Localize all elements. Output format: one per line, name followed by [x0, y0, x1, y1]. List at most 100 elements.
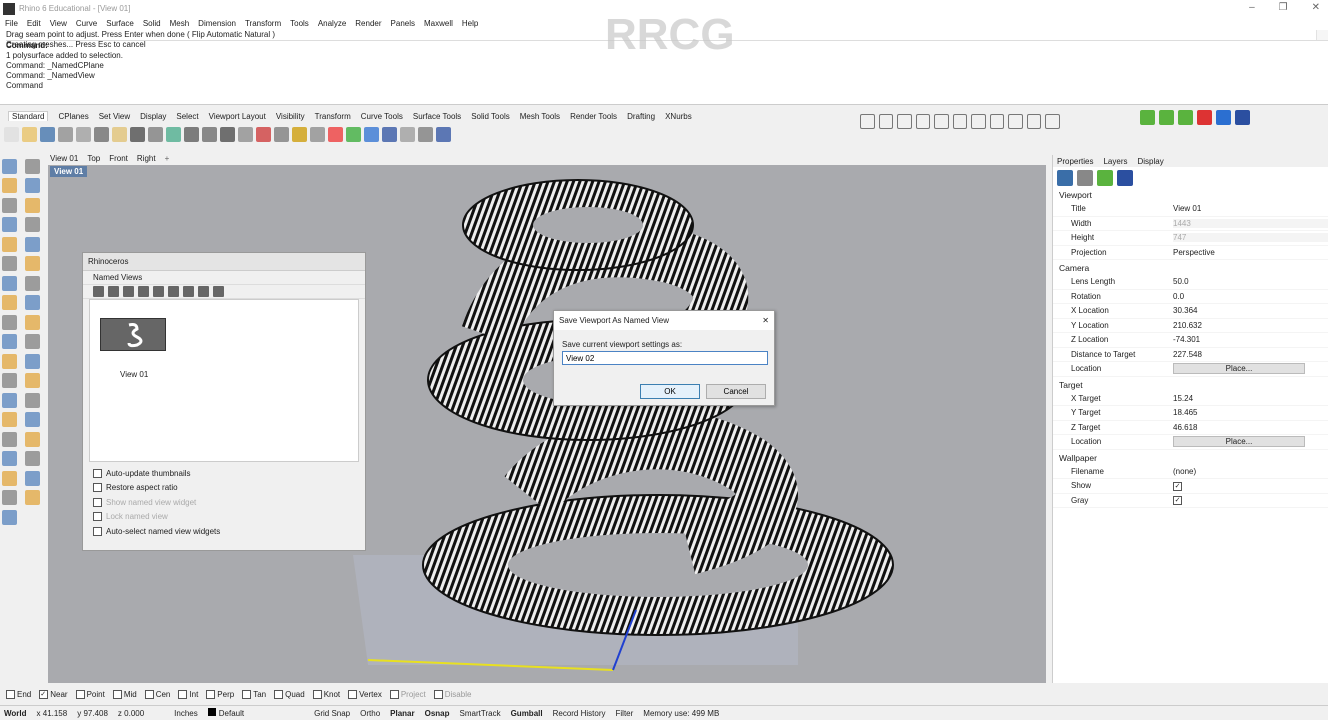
properties-icon[interactable] — [25, 451, 40, 467]
property-value[interactable]: 18.465 — [1173, 408, 1328, 417]
tab-solid-tools[interactable]: Solid Tools — [471, 112, 510, 121]
checkbox[interactable] — [93, 483, 102, 493]
add-viewport-icon[interactable]: + — [165, 154, 170, 163]
property-value[interactable]: 50.0 — [1173, 277, 1328, 286]
option-row[interactable]: Restore aspect ratio — [93, 481, 355, 496]
maxwell-icon[interactable] — [1178, 110, 1193, 125]
toggle-filter[interactable]: Filter — [616, 709, 634, 718]
cancel-button[interactable]: Cancel — [706, 384, 766, 399]
panel-tab-properties[interactable]: Properties — [1057, 157, 1093, 166]
maxwell-icon[interactable] — [1140, 110, 1155, 125]
checkbox[interactable]: ✓ — [1173, 481, 1182, 491]
tab-mesh-tools[interactable]: Mesh Tools — [520, 112, 560, 121]
layer-icon[interactable] — [25, 431, 40, 447]
cursor-icon[interactable] — [153, 286, 164, 297]
cplane-label[interactable]: World — [4, 709, 27, 718]
open-folder-icon[interactable] — [138, 286, 149, 297]
tab-drafting[interactable]: Drafting — [627, 112, 655, 121]
rotate-view-icon[interactable] — [184, 126, 199, 142]
tab-display[interactable]: Display — [140, 112, 166, 121]
print-icon[interactable] — [58, 126, 73, 142]
menu-edit[interactable]: Edit — [27, 19, 41, 28]
checkbox[interactable] — [75, 690, 85, 699]
window-icon[interactable] — [198, 286, 209, 297]
property-value[interactable]: 30.364 — [1173, 306, 1328, 315]
osnap-int[interactable]: Int — [178, 690, 198, 699]
checkbox[interactable] — [93, 512, 102, 522]
checkbox[interactable] — [93, 497, 102, 507]
tab-surface-tools[interactable]: Surface Tools — [413, 112, 461, 121]
property-value[interactable]: -74.301 — [1173, 335, 1328, 344]
property-value[interactable]: 15.24 — [1173, 394, 1328, 403]
save-icon[interactable] — [1235, 110, 1250, 125]
save-icon[interactable] — [93, 286, 104, 297]
checkbox[interactable] — [389, 690, 399, 699]
viewport-tab-view-01[interactable]: View 01 — [50, 154, 78, 163]
copy-icon[interactable] — [183, 286, 194, 297]
cplane-icon[interactable] — [292, 126, 307, 142]
light-icon[interactable] — [346, 126, 361, 142]
panel-tab-layers[interactable]: Layers — [1103, 157, 1127, 166]
checkbox[interactable] — [93, 526, 102, 536]
osnap-knot[interactable]: Knot — [312, 690, 340, 699]
property-value[interactable]: 227.548 — [1173, 350, 1328, 359]
toggle-ortho[interactable]: Ortho — [360, 709, 380, 718]
property-value[interactable]: 1443 — [1173, 218, 1328, 228]
option-row[interactable]: Lock named view — [93, 510, 355, 525]
help-icon[interactable] — [213, 286, 224, 297]
new-file-icon[interactable] — [4, 126, 19, 142]
zoom-selected-icon[interactable] — [256, 126, 271, 142]
menu-analyze[interactable]: Analyze — [318, 19, 346, 28]
menu-view[interactable]: View — [50, 19, 67, 28]
view-thumbnail[interactable] — [100, 318, 166, 351]
osnap-near[interactable]: ✓ Near — [39, 690, 68, 699]
polygon-icon[interactable] — [2, 236, 17, 252]
brush-icon[interactable] — [1008, 113, 1023, 129]
select-icon[interactable] — [274, 126, 289, 142]
join-icon[interactable] — [25, 353, 40, 369]
copy-view-icon[interactable] — [878, 113, 894, 129]
checkbox[interactable] — [348, 690, 358, 699]
render-icon[interactable] — [1216, 110, 1231, 125]
array-icon[interactable] — [25, 373, 40, 389]
help-icon[interactable] — [436, 126, 451, 142]
osnap-end[interactable]: End — [6, 690, 31, 699]
units-label[interactable]: Inches — [174, 709, 198, 718]
cut-icon[interactable] — [94, 126, 109, 142]
checkbox[interactable] — [178, 690, 188, 699]
curve-icon[interactable] — [25, 178, 40, 194]
checkbox[interactable] — [144, 690, 154, 699]
tab-visibility[interactable]: Visibility — [276, 112, 305, 121]
array-grid-icon[interactable] — [2, 451, 17, 467]
toggle-gumball[interactable]: Gumball — [511, 709, 543, 718]
fillet-icon[interactable] — [25, 236, 40, 252]
zoom-extents-icon[interactable] — [238, 126, 253, 142]
scale-icon[interactable] — [2, 392, 17, 408]
tab-curve-tools[interactable]: Curve Tools — [361, 112, 403, 121]
option-row[interactable]: Show named view widget — [93, 495, 355, 510]
circle-icon[interactable] — [2, 197, 17, 213]
stop-render-icon[interactable] — [1197, 110, 1212, 125]
tab-xnurbs[interactable]: XNurbs — [665, 112, 692, 121]
menu-render[interactable]: Render — [355, 19, 381, 28]
split-icon[interactable] — [2, 353, 17, 369]
cloud-icon[interactable] — [971, 113, 986, 129]
close-icon[interactable]: ✕ — [1312, 2, 1320, 13]
compass-icon[interactable] — [1045, 113, 1061, 129]
box-icon[interactable] — [2, 275, 17, 291]
arc-icon[interactable] — [25, 197, 40, 213]
osnap-tan[interactable]: Tan — [242, 690, 266, 699]
toggle-grid-snap[interactable]: Grid Snap — [314, 709, 350, 718]
point-icon[interactable] — [25, 159, 40, 174]
osnap-vertex[interactable]: Vertex — [348, 690, 382, 699]
frame-icon[interactable] — [1077, 170, 1093, 186]
grid-icon[interactable] — [310, 126, 325, 142]
color-icon[interactable] — [382, 126, 397, 142]
window-icon[interactable] — [915, 113, 931, 129]
checkbox[interactable] — [242, 690, 252, 699]
tab-cplanes[interactable]: CPlanes — [58, 112, 88, 121]
widget-icon[interactable] — [168, 286, 179, 297]
open-icon[interactable] — [22, 126, 37, 142]
menu-solid[interactable]: Solid — [143, 19, 161, 28]
property-value[interactable]: 747 — [1173, 233, 1328, 243]
